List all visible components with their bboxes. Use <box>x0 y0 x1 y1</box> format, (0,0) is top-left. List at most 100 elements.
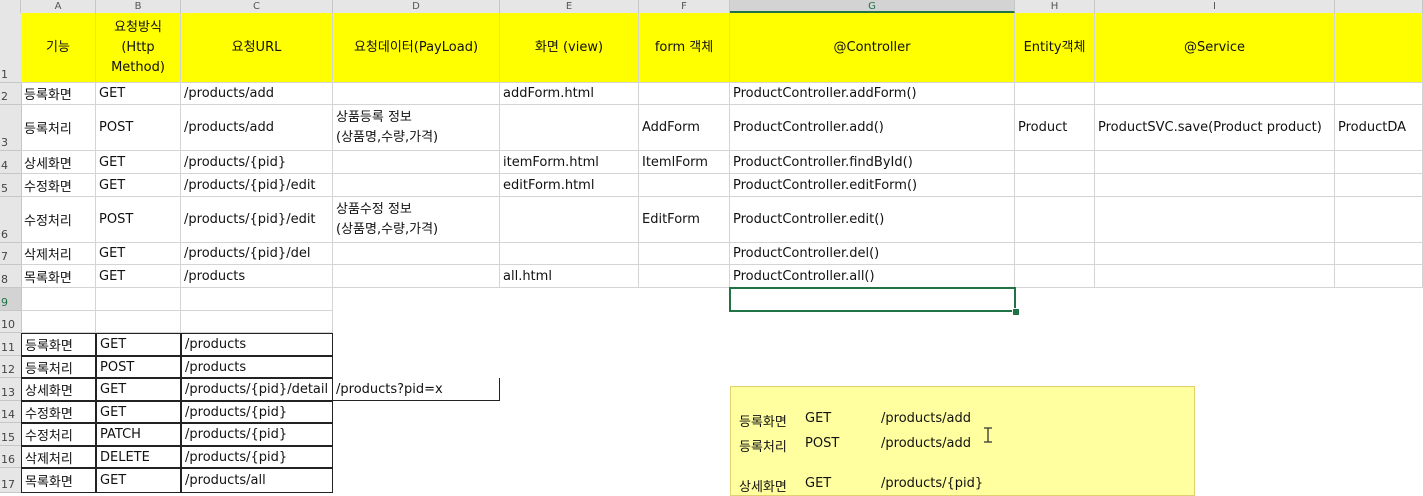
cell-j4[interactable] <box>1335 151 1423 174</box>
cell-e4[interactable]: itemForm.html <box>500 151 639 174</box>
header-service[interactable]: @Service <box>1095 13 1335 83</box>
header-form-object[interactable]: form 객체 <box>639 13 730 83</box>
cell-e8[interactable]: all.html <box>500 265 639 288</box>
cell-b7[interactable]: GET <box>96 243 181 265</box>
row-header-16[interactable]: 16 <box>0 446 21 468</box>
column-header-d[interactable]: D <box>333 0 500 13</box>
row-header-6[interactable]: 6 <box>0 197 21 243</box>
cell-b14[interactable]: GET <box>96 401 181 423</box>
cell-f2[interactable] <box>639 83 730 105</box>
cell-f5[interactable] <box>639 174 730 197</box>
cell-d8[interactable] <box>333 265 500 288</box>
cell-d2[interactable] <box>333 83 500 105</box>
row-header-7[interactable]: 7 <box>0 243 21 265</box>
row-header-10[interactable]: 10 <box>0 311 21 333</box>
cell-h5[interactable] <box>1015 174 1095 197</box>
cell-c9[interactable] <box>181 288 333 311</box>
column-header-a[interactable]: A <box>21 0 96 13</box>
cell-e2[interactable]: addForm.html <box>500 83 639 105</box>
cell-g5[interactable]: ProductController.editForm() <box>730 174 1015 197</box>
header-http-method[interactable]: 요청방식 (Http Method) <box>96 13 181 83</box>
cell-h6[interactable] <box>1015 197 1095 243</box>
cell-e5[interactable]: editForm.html <box>500 174 639 197</box>
cell-c4[interactable]: /products/{pid} <box>181 151 333 174</box>
cell-a7[interactable]: 삭제처리 <box>21 243 96 265</box>
cell-i7[interactable] <box>1095 243 1335 265</box>
cell-e6[interactable] <box>500 197 639 243</box>
cell-i3[interactable]: ProductSVC.save(Product product) <box>1095 105 1335 151</box>
cell-g3[interactable]: ProductController.add() <box>730 105 1015 151</box>
cell-h7[interactable] <box>1015 243 1095 265</box>
cell-a15[interactable]: 수정처리 <box>21 423 96 446</box>
column-header-j[interactable] <box>1335 0 1423 13</box>
cell-a10[interactable] <box>21 311 96 333</box>
fill-handle[interactable] <box>1012 308 1020 316</box>
cell-c6[interactable]: /products/{pid}/edit <box>181 197 333 243</box>
cell-f4[interactable]: ItemlForm <box>639 151 730 174</box>
cell-c7[interactable]: /products/{pid}/del <box>181 243 333 265</box>
row-header-8[interactable]: 8 <box>0 265 21 288</box>
cell-c15[interactable]: /products/{pid} <box>181 423 333 446</box>
cell-b9[interactable] <box>96 288 181 311</box>
cell-b16[interactable]: DELETE <box>96 446 181 468</box>
cell-a13[interactable]: 상세화면 <box>21 378 96 401</box>
header-controller[interactable]: @Controller <box>730 13 1015 83</box>
header-entity[interactable]: Entity객체 <box>1015 13 1095 83</box>
cell-h8[interactable] <box>1015 265 1095 288</box>
cell-b2[interactable]: GET <box>96 83 181 105</box>
cell-a16[interactable]: 삭제처리 <box>21 446 96 468</box>
cell-a4[interactable]: 상세화면 <box>21 151 96 174</box>
cell-f3[interactable]: AddForm <box>639 105 730 151</box>
cell-d5[interactable] <box>333 174 500 197</box>
cell-c8[interactable]: /products <box>181 265 333 288</box>
cell-i2[interactable] <box>1095 83 1335 105</box>
row-header-14[interactable]: 14 <box>0 401 21 423</box>
cell-c14[interactable]: /products/{pid} <box>181 401 333 423</box>
cell-a5[interactable]: 수정화면 <box>21 174 96 197</box>
header-view[interactable]: 화면 (view) <box>500 13 639 83</box>
cell-j3[interactable]: ProductDA <box>1335 105 1423 151</box>
cell-c17[interactable]: /products/all <box>181 468 333 493</box>
cell-c12[interactable]: /products <box>181 356 333 378</box>
cell-i4[interactable] <box>1095 151 1335 174</box>
cell-i5[interactable] <box>1095 174 1335 197</box>
cell-d6[interactable]: 상품수정 정보 (상품명,수량,가격) <box>333 197 500 243</box>
row-header-5[interactable]: 5 <box>0 174 21 197</box>
cell-g6[interactable]: ProductController.edit() <box>730 197 1015 243</box>
cell-b10[interactable] <box>96 311 181 333</box>
cell-g2[interactable]: ProductController.addForm() <box>730 83 1015 105</box>
cell-g4[interactable]: ProductController.findById() <box>730 151 1015 174</box>
cell-j5[interactable] <box>1335 174 1423 197</box>
column-header-c[interactable]: C <box>181 0 333 13</box>
cell-c16[interactable]: /products/{pid} <box>181 446 333 468</box>
cell-g7[interactable]: ProductController.del() <box>730 243 1015 265</box>
cell-d3[interactable]: 상품등록 정보 (상품명,수량,가격) <box>333 105 500 151</box>
cell-c2[interactable]: /products/add <box>181 83 333 105</box>
cell-c5[interactable]: /products/{pid}/edit <box>181 174 333 197</box>
cell-h3[interactable]: Product <box>1015 105 1095 151</box>
cell-a9[interactable] <box>21 288 96 311</box>
cell-b6[interactable]: POST <box>96 197 181 243</box>
select-all-corner[interactable] <box>0 0 21 13</box>
cell-c11[interactable]: /products <box>181 333 333 356</box>
cell-a11[interactable]: 등록화면 <box>21 333 96 356</box>
row-header-17[interactable]: 17 <box>0 468 21 493</box>
cell-b8[interactable]: GET <box>96 265 181 288</box>
cell-i8[interactable] <box>1095 265 1335 288</box>
row-header-9[interactable]: 9 <box>0 288 21 311</box>
cell-a2[interactable]: 등록화면 <box>21 83 96 105</box>
cell-e3[interactable] <box>500 105 639 151</box>
row-header-1[interactable]: 1 <box>0 13 21 83</box>
cell-d13[interactable]: /products?pid=x <box>333 378 500 401</box>
header-request-url[interactable]: 요청URL <box>181 13 333 83</box>
cell-d4[interactable] <box>333 151 500 174</box>
column-header-b[interactable]: B <box>96 0 181 13</box>
cell-b11[interactable]: GET <box>96 333 181 356</box>
row-header-15[interactable]: 15 <box>0 423 21 446</box>
column-header-e[interactable]: E <box>500 0 639 13</box>
cell-e7[interactable] <box>500 243 639 265</box>
column-header-g[interactable]: G <box>730 0 1015 13</box>
cell-b4[interactable]: GET <box>96 151 181 174</box>
cell-j2[interactable] <box>1335 83 1423 105</box>
row-header-3[interactable]: 3 <box>0 105 21 151</box>
